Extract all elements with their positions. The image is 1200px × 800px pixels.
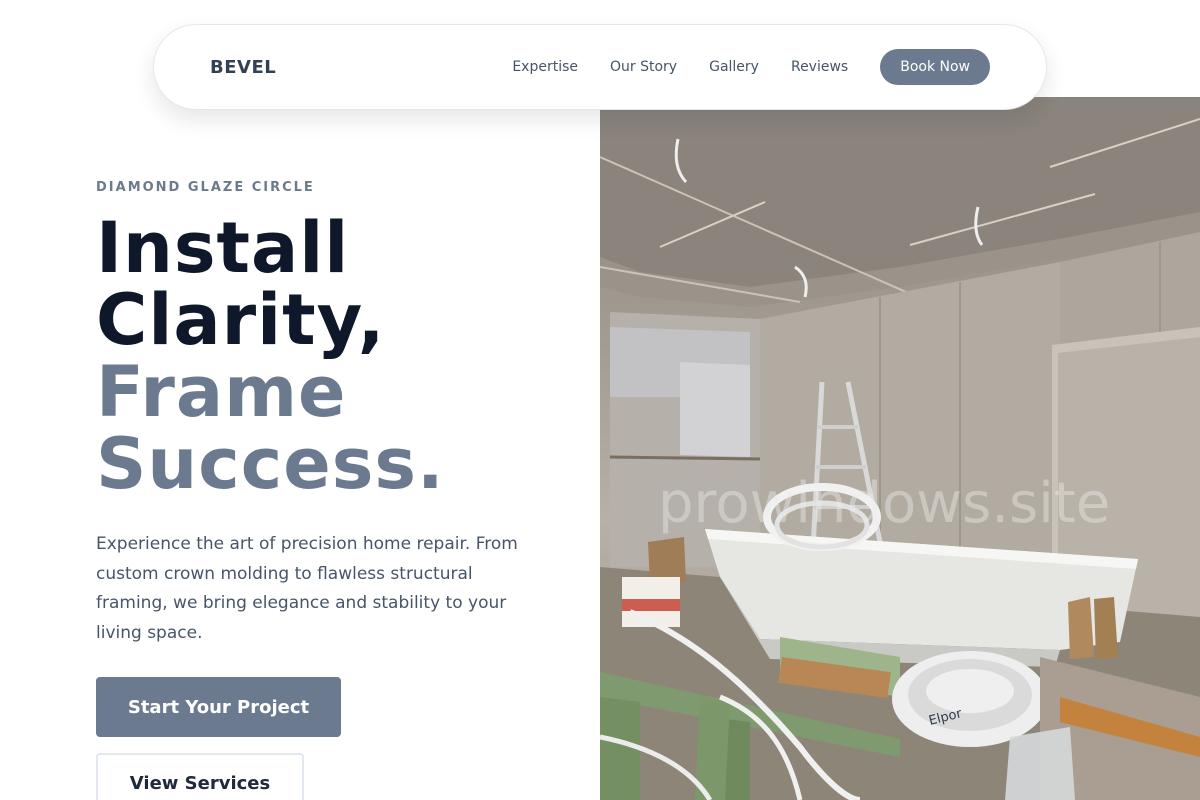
landing-page: Elpor prowindows.site BEVEL Expertise Ou… <box>0 0 1200 800</box>
brand-logo[interactable]: BEVEL <box>210 57 276 78</box>
headline-line-1: Install <box>96 207 350 289</box>
image-watermark: prowindows.site <box>658 471 1111 536</box>
nav-link-reviews[interactable]: Reviews <box>791 59 848 75</box>
headline-line-4: Success. <box>96 423 445 505</box>
hero-description: Experience the art of precision home rep… <box>96 534 518 643</box>
view-services-button[interactable]: View Services <box>96 753 304 800</box>
hero-image: Elpor prowindows.site <box>600 97 1200 800</box>
hero-headline: Install Clarity, Frame Success. <box>96 212 445 500</box>
headline-line-2: Clarity, <box>96 279 386 361</box>
nav-links: Expertise Our Story Gallery Reviews Book… <box>512 49 990 85</box>
headline-line-3: Frame <box>96 351 347 433</box>
book-now-button[interactable]: Book Now <box>880 49 990 85</box>
nav-link-our-story[interactable]: Our Story <box>610 59 677 75</box>
top-navbar: BEVEL Expertise Our Story Gallery Review… <box>153 24 1047 110</box>
nav-link-expertise[interactable]: Expertise <box>512 59 578 75</box>
renovation-photo: Elpor <box>600 97 1200 800</box>
nav-link-gallery[interactable]: Gallery <box>709 59 759 75</box>
start-project-button[interactable]: Start Your Project <box>96 677 341 737</box>
hero-eyebrow: DIAMOND GLAZE CIRCLE <box>96 180 315 195</box>
